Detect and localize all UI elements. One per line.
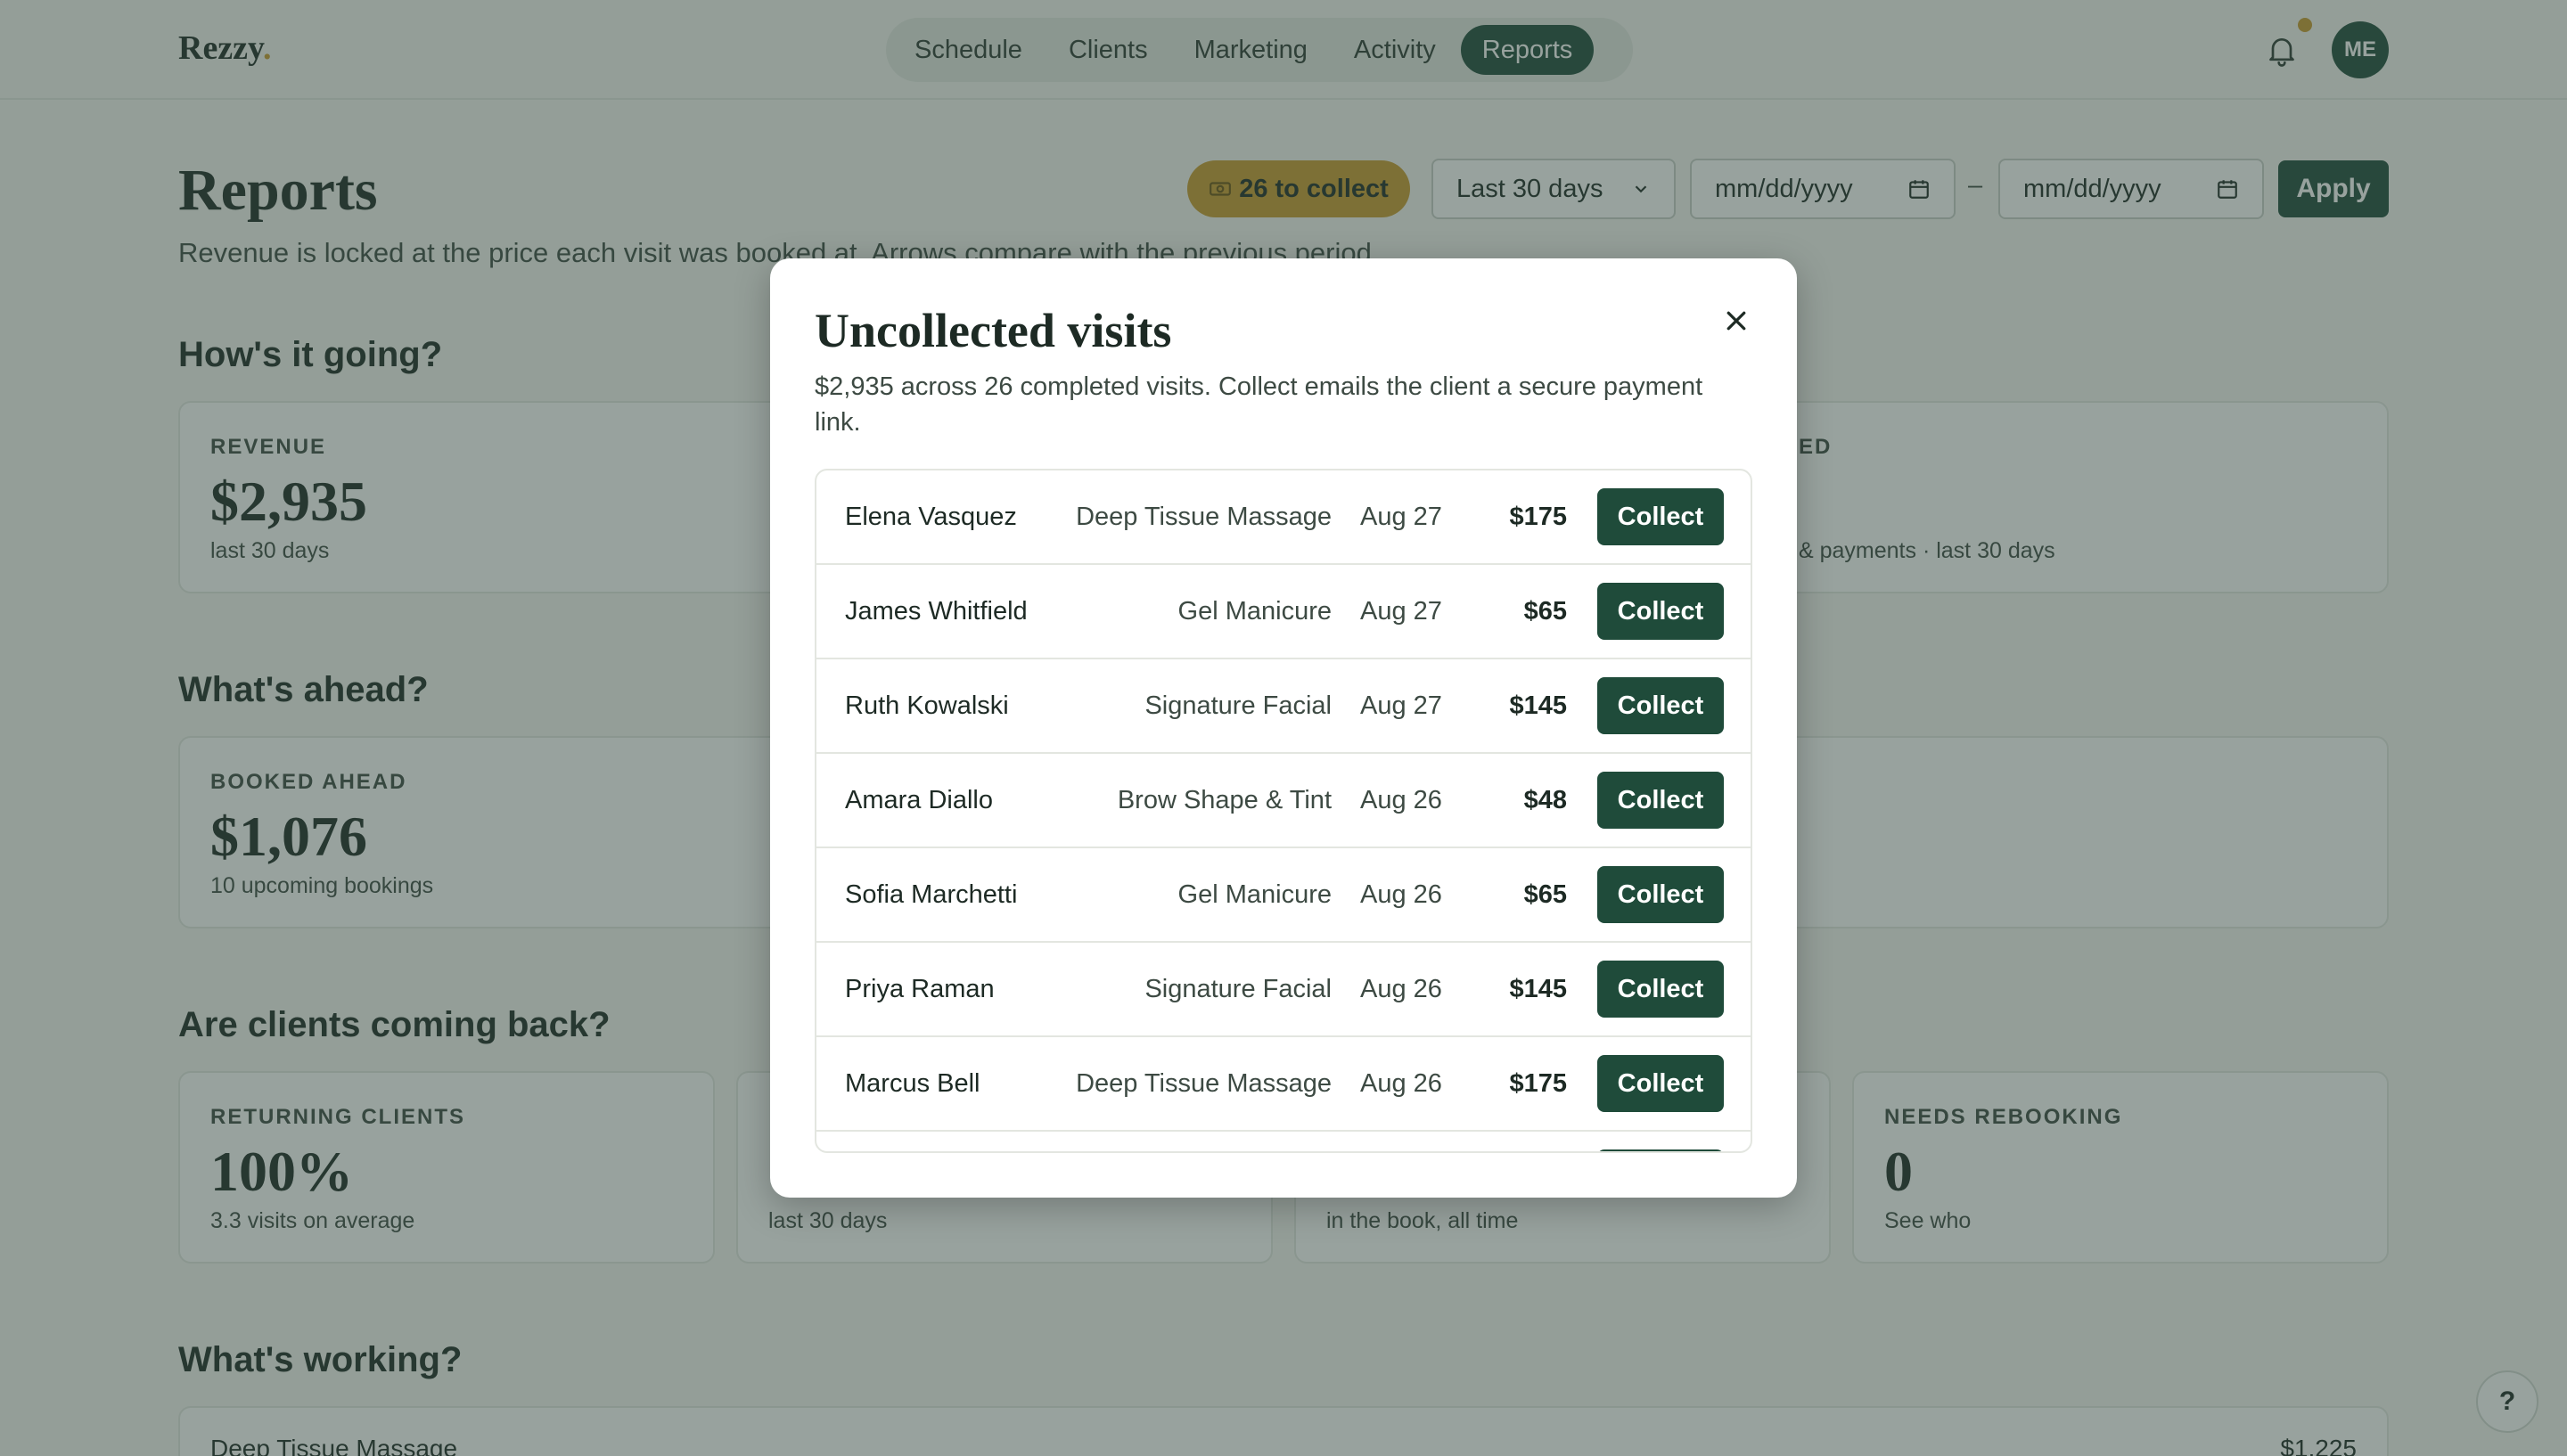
- visit-client-name: Marcus Bell: [845, 1068, 980, 1098]
- table-row: Ruth Kowalski Signature Facial Aug 27 $1…: [816, 659, 1751, 754]
- visit-amount: $48: [1523, 785, 1567, 814]
- visit-service: Gel Manicure: [1177, 879, 1332, 909]
- visit-date: Aug 27: [1360, 502, 1442, 531]
- table-row: Priya Raman Signature Facial Aug 26 $145…: [816, 943, 1751, 1037]
- visit-date: Aug 26: [1360, 1068, 1442, 1098]
- visit-list[interactable]: Elena Vasquez Deep Tissue Massage Aug 27…: [815, 469, 1752, 1153]
- visit-amount: $65: [1523, 596, 1567, 626]
- collect-button[interactable]: Collect: [1597, 677, 1724, 734]
- close-button[interactable]: [1717, 301, 1756, 340]
- collect-button[interactable]: Collect: [1597, 488, 1724, 545]
- visit-service: Gel Manicure: [1177, 596, 1332, 626]
- visit-amount: $175: [1509, 502, 1567, 531]
- table-row: Amara Diallo Brow Shape & Tint Aug 26 $4…: [816, 754, 1751, 848]
- visit-service: Signature Facial: [1144, 691, 1332, 720]
- visit-client-name: Amara Diallo: [845, 785, 993, 814]
- collect-button[interactable]: Collect: [1597, 583, 1724, 640]
- uncollected-visits-modal: Uncollected visits $2,935 across 26 comp…: [770, 258, 1797, 1198]
- collect-button[interactable]: Collect: [1597, 866, 1724, 923]
- visit-date: Aug 27: [1360, 596, 1442, 626]
- modal-title: Uncollected visits: [815, 304, 1172, 357]
- visit-date: Aug 26: [1360, 974, 1442, 1003]
- visit-service: Deep Tissue Massage: [1076, 502, 1332, 531]
- table-row-partial: [816, 1132, 1751, 1151]
- close-icon: [1726, 311, 1746, 331]
- modal-description: $2,935 across 26 completed visits. Colle…: [815, 372, 1703, 437]
- collect-button[interactable]: Collect: [1597, 961, 1724, 1018]
- visit-date: Aug 27: [1360, 691, 1442, 720]
- visit-amount: $175: [1509, 1068, 1567, 1098]
- visit-client-name: Ruth Kowalski: [845, 691, 1009, 720]
- visit-date: Aug 26: [1360, 879, 1442, 909]
- collect-button[interactable]: Collect: [1597, 1055, 1724, 1112]
- table-row: James Whitfield Gel Manicure Aug 27 $65 …: [816, 565, 1751, 659]
- visit-client-name: James Whitfield: [845, 596, 1028, 626]
- visit-service: Signature Facial: [1144, 974, 1332, 1003]
- visit-client-name: Elena Vasquez: [845, 502, 1017, 531]
- visit-amount: $65: [1523, 879, 1567, 909]
- visit-service: Brow Shape & Tint: [1117, 785, 1332, 814]
- table-row: Sofia Marchetti Gel Manicure Aug 26 $65 …: [816, 848, 1751, 943]
- visit-client-name: Priya Raman: [845, 974, 995, 1003]
- visit-amount: $145: [1509, 974, 1567, 1003]
- visit-service: Deep Tissue Massage: [1076, 1068, 1332, 1098]
- visit-date: Aug 26: [1360, 785, 1442, 814]
- table-row: Marcus Bell Deep Tissue Massage Aug 26 $…: [816, 1037, 1751, 1132]
- visit-amount: $145: [1509, 691, 1567, 720]
- collect-button[interactable]: [1597, 1149, 1724, 1151]
- collect-button[interactable]: Collect: [1597, 772, 1724, 829]
- visit-client-name: Sofia Marchetti: [845, 879, 1018, 909]
- table-row: Elena Vasquez Deep Tissue Massage Aug 27…: [816, 470, 1751, 565]
